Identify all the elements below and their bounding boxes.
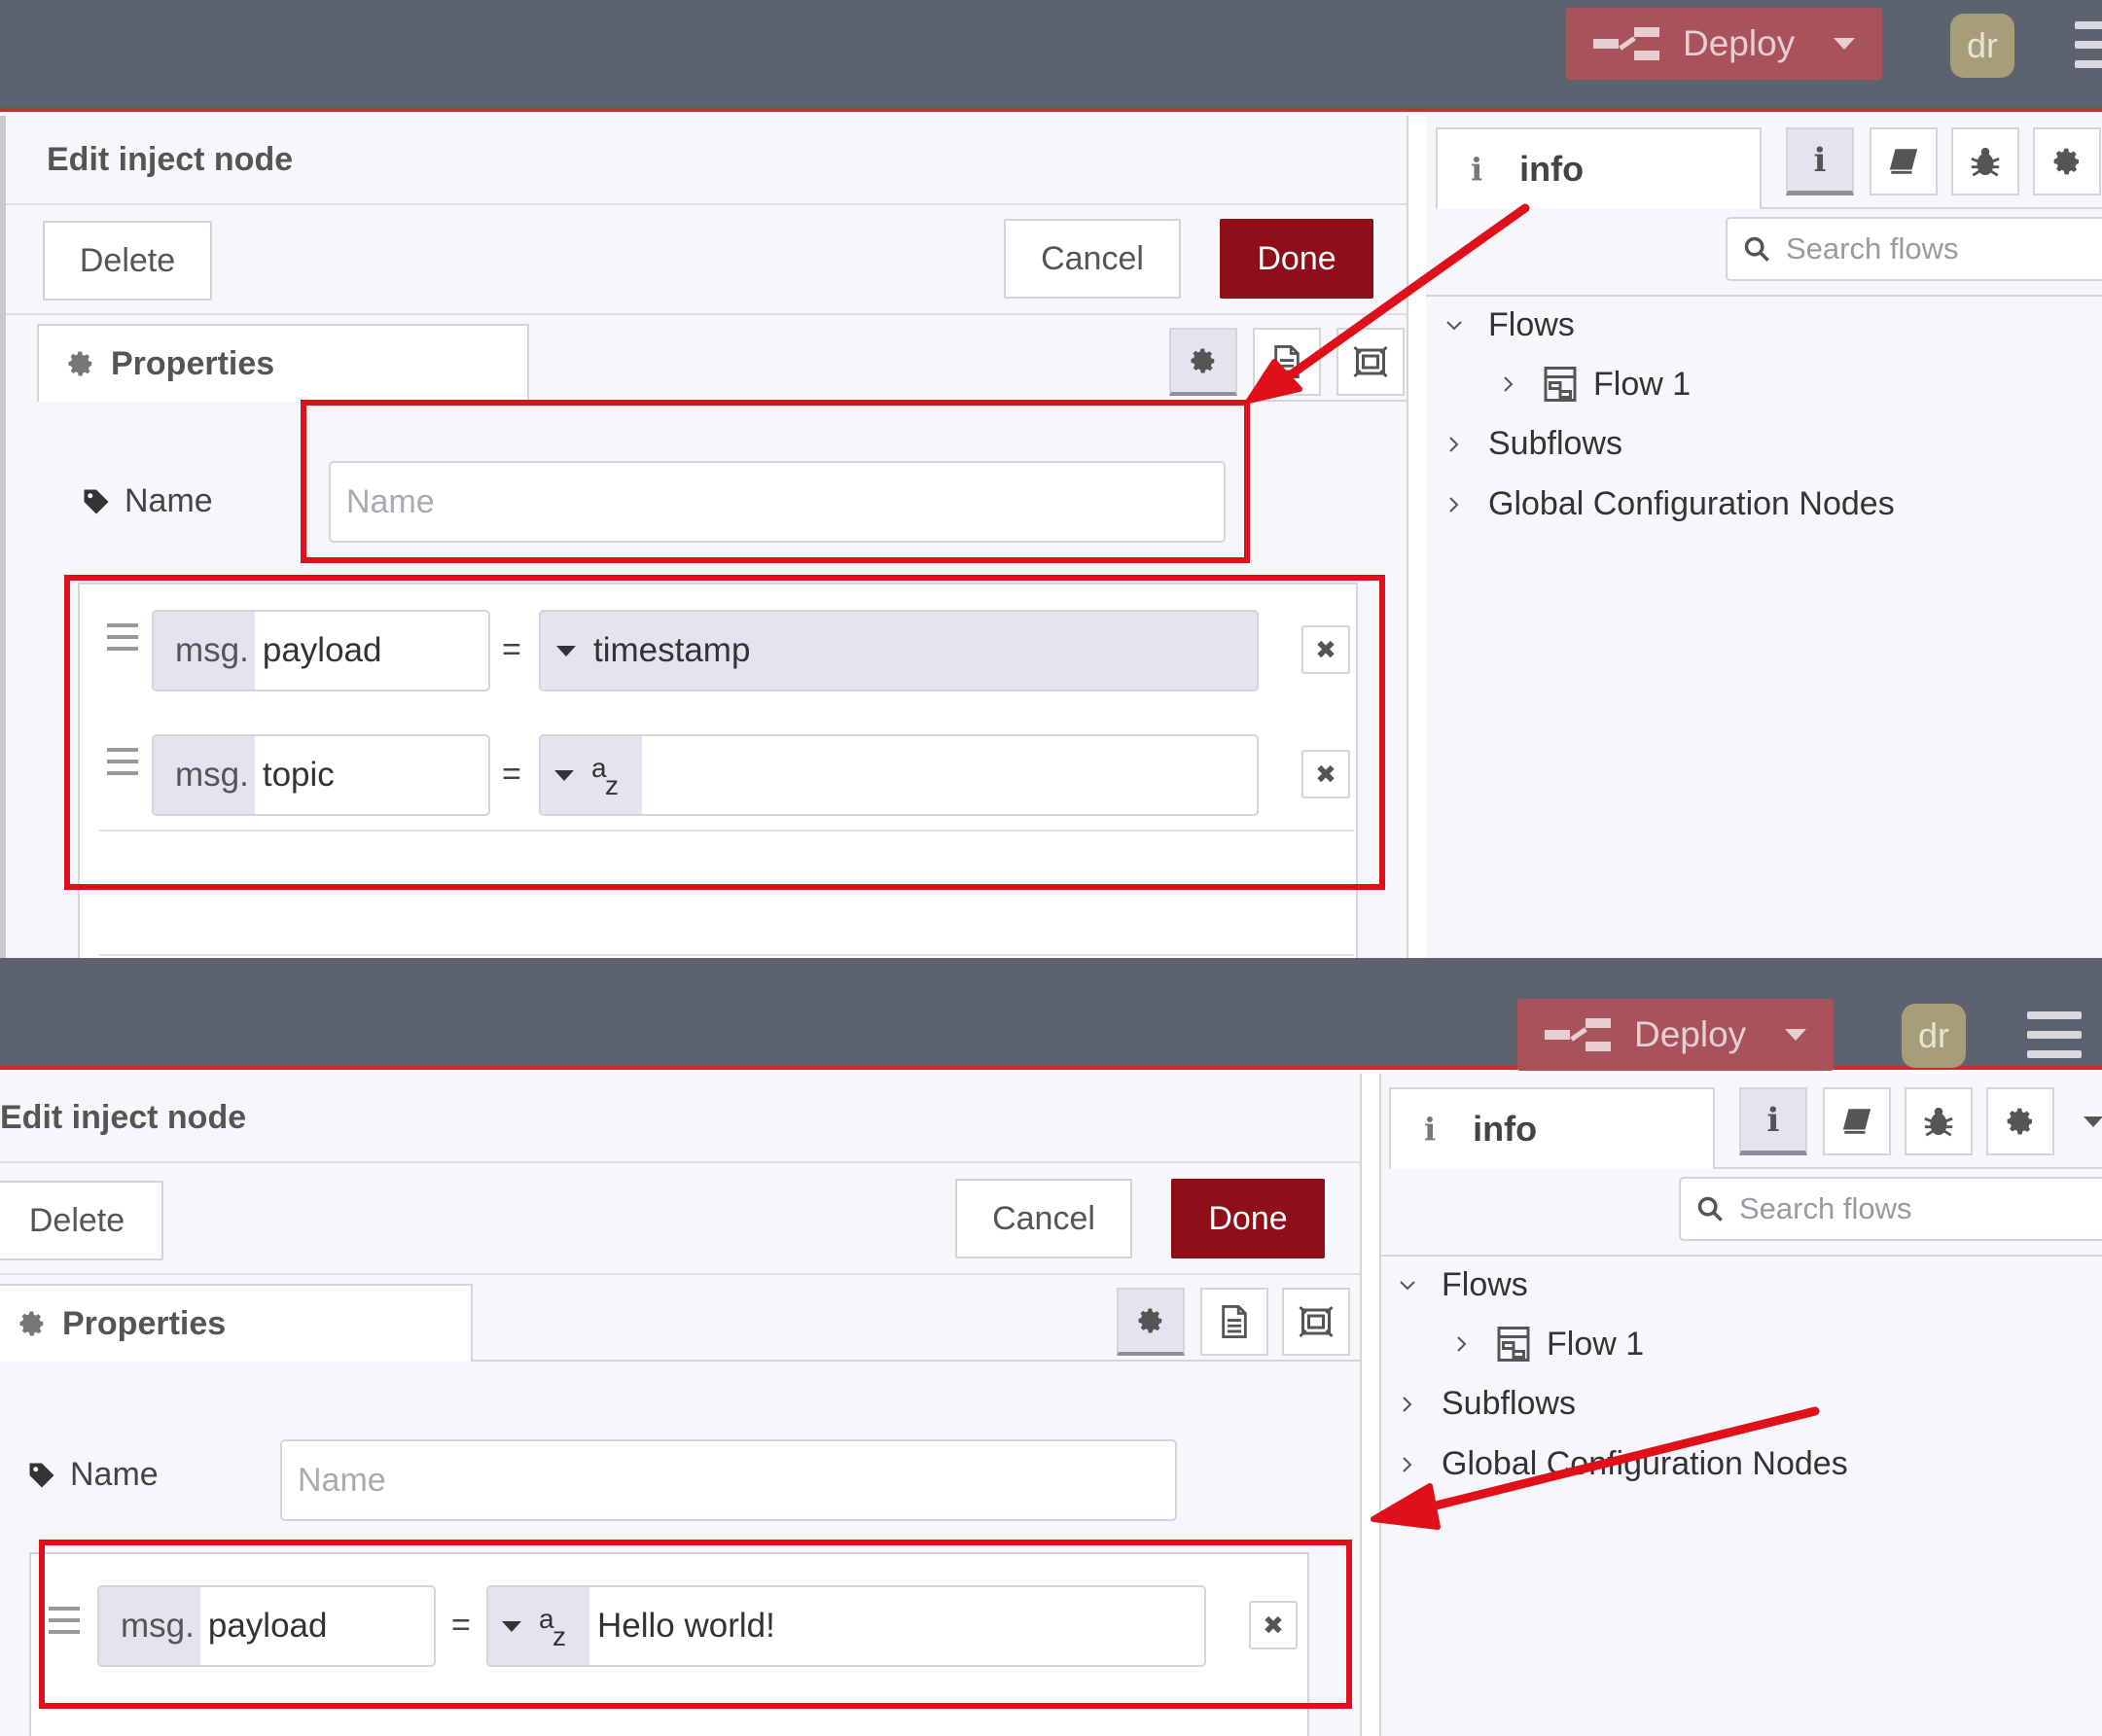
chevron-down-icon (1446, 320, 1462, 330)
hamburger-menu-icon[interactable] (2027, 1011, 2082, 1060)
bug-icon (1971, 147, 2000, 177)
chevron-right-icon (1449, 436, 1459, 452)
gear-icon (68, 351, 92, 376)
sidebar: i info i Search flows Flows Flow 1 Subfl… (1379, 1074, 2102, 1736)
caret-down-icon[interactable] (1785, 1029, 1806, 1041)
tree-item-global-config[interactable]: Global Configuration Nodes (1399, 1445, 1848, 1483)
edit-tray-title: Edit inject node (6, 116, 1407, 205)
sidebar-help-button[interactable] (1823, 1087, 1891, 1155)
edit-tray-title: Edit inject node (0, 1074, 1360, 1163)
book-icon (1889, 149, 1918, 174)
gear-icon (1191, 348, 1215, 373)
tree-item-subflows[interactable]: Subflows (1445, 425, 1622, 463)
tree-item-flows[interactable]: Flows (1399, 1266, 1528, 1304)
tree-item-global-config[interactable]: Global Configuration Nodes (1445, 485, 1895, 523)
deploy-button[interactable]: Deploy (1517, 999, 1834, 1071)
done-button[interactable]: Done (1171, 1179, 1325, 1258)
node-description-tab[interactable] (1200, 1288, 1268, 1356)
tab-properties-label: Properties (111, 344, 275, 382)
sidebar-config-button[interactable] (2033, 127, 2101, 195)
top-header: Deploy dr (0, 0, 2102, 112)
appearance-icon (1299, 1305, 1334, 1338)
tab-properties-label: Properties (62, 1304, 227, 1342)
gear-icon (2007, 1108, 2032, 1135)
tab-properties[interactable]: Properties (0, 1284, 473, 1362)
info-icon: i (1766, 1100, 1780, 1140)
annotation-box-payload (39, 1540, 1352, 1709)
search-icon (1744, 236, 1769, 262)
info-icon: i (1813, 140, 1827, 180)
deploy-icon (1566, 8, 1683, 80)
caret-down-icon[interactable] (2084, 1116, 2102, 1127)
chevron-down-icon (1400, 1280, 1415, 1290)
search-flows-input[interactable]: Search flows (1726, 217, 2102, 281)
screenshot-top: Deploy dr Edit inject node Delete Cancel… (0, 0, 2102, 958)
bug-icon (1924, 1107, 1953, 1137)
book-icon (1842, 1109, 1871, 1134)
node-appearance-tab[interactable] (1336, 328, 1405, 396)
tree-item-flow-1[interactable]: Flow 1 (1500, 365, 1691, 404)
name-label: Name (82, 482, 213, 520)
flow-icon (1497, 1327, 1530, 1362)
flow-icon (1544, 367, 1577, 402)
sidebar-config-button[interactable] (1986, 1087, 2054, 1155)
delete-button[interactable]: Delete (43, 221, 212, 301)
description-icon (1274, 345, 1300, 378)
done-button[interactable]: Done (1220, 219, 1373, 299)
annotation-box-name (301, 400, 1250, 563)
tree-item-flows[interactable]: Flows (1445, 306, 1575, 344)
tree-item-flow-1[interactable]: Flow 1 (1453, 1325, 1644, 1364)
sidebar-info-button[interactable]: i (1786, 127, 1854, 195)
annotation-box-properties (64, 575, 1385, 890)
deploy-button[interactable]: Deploy (1566, 8, 1882, 80)
deploy-icon (1517, 999, 1634, 1071)
description-icon (1222, 1305, 1247, 1338)
avatar[interactable]: dr (1902, 1004, 1966, 1068)
chevron-right-icon (1449, 496, 1459, 513)
gear-icon (1138, 1308, 1162, 1333)
screenshot-bottom: Deploy dr Edit inject node Delete Cancel… (0, 958, 2102, 1736)
chevron-right-icon (1504, 376, 1514, 392)
cancel-button[interactable]: Cancel (955, 1179, 1132, 1258)
tree-item-subflows[interactable]: Subflows (1399, 1385, 1576, 1423)
tab-info[interactable]: i info (1436, 127, 1762, 209)
chevron-right-icon (1403, 1456, 1412, 1472)
name-input[interactable] (280, 1439, 1177, 1521)
tag-icon (84, 489, 109, 514)
tab-properties[interactable]: Properties (37, 324, 529, 402)
delete-button[interactable]: Delete (0, 1181, 163, 1260)
node-settings-tab[interactable] (1117, 1288, 1185, 1356)
sidebar: i info i Search flows Flows Flow 1 Subfl… (1426, 116, 2102, 958)
sidebar-help-button[interactable] (1870, 127, 1938, 195)
sidebar-debug-button[interactable] (1951, 127, 2019, 195)
search-flows-input[interactable]: Search flows (1679, 1177, 2102, 1241)
cancel-button[interactable]: Cancel (1004, 219, 1181, 299)
search-icon (1697, 1196, 1723, 1222)
deploy-label: Deploy (1634, 1014, 1747, 1054)
gear-icon (19, 1311, 44, 1336)
tag-icon (29, 1463, 54, 1487)
avatar[interactable]: dr (1950, 14, 2014, 78)
tab-info[interactable]: i info (1389, 1087, 1715, 1169)
chevron-right-icon (1403, 1396, 1412, 1412)
bottom-header: Deploy dr (0, 958, 2102, 1071)
node-appearance-tab[interactable] (1282, 1288, 1350, 1356)
deploy-label: Deploy (1683, 23, 1796, 63)
hamburger-menu-icon[interactable] (2075, 21, 2102, 70)
info-icon: i (1471, 151, 1483, 188)
chevron-right-icon (1457, 1336, 1467, 1352)
appearance-icon (1353, 345, 1388, 378)
info-icon: i (1424, 1111, 1437, 1148)
node-description-tab[interactable] (1253, 328, 1321, 396)
name-label: Name (27, 1456, 159, 1494)
sidebar-info-button[interactable]: i (1739, 1087, 1807, 1155)
node-settings-tab[interactable] (1169, 328, 1237, 396)
caret-down-icon[interactable] (1834, 38, 1855, 50)
sidebar-debug-button[interactable] (1905, 1087, 1973, 1155)
gear-icon (2053, 148, 2079, 175)
